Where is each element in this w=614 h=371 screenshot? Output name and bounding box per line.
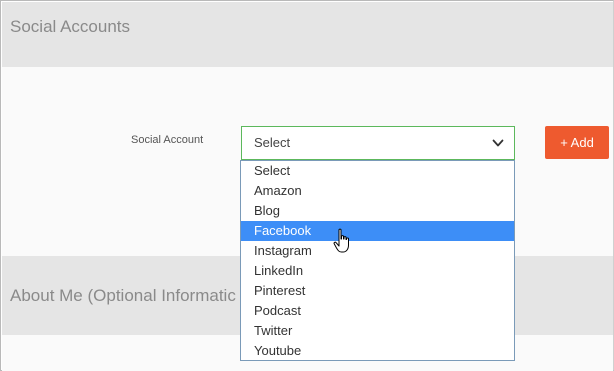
dropdown-option-linkedin[interactable]: LinkedIn xyxy=(241,261,514,281)
dropdown-option-facebook[interactable]: Facebook xyxy=(241,221,514,241)
section-title: Social Accounts xyxy=(10,17,131,36)
dropdown-option-instagram[interactable]: Instagram xyxy=(241,241,514,261)
dropdown-option-youtube[interactable]: Youtube xyxy=(241,341,514,361)
hand-pointer-icon xyxy=(333,228,349,253)
social-account-select[interactable]: Select xyxy=(241,126,515,160)
dropdown-option-amazon[interactable]: Amazon xyxy=(241,181,514,201)
dropdown-option-pinterest[interactable]: Pinterest xyxy=(241,281,514,301)
add-social-account-button[interactable]: + Add xyxy=(545,126,609,159)
chevron-down-icon xyxy=(492,139,504,147)
social-account-dropdown: Select Amazon Blog Facebook Instagram Li… xyxy=(240,160,515,361)
dropdown-option-blog[interactable]: Blog xyxy=(241,201,514,221)
section-title: About Me (Optional Informatic xyxy=(10,286,236,305)
section-header-social-accounts: Social Accounts xyxy=(2,2,613,67)
dropdown-option-podcast[interactable]: Podcast xyxy=(241,301,514,321)
dropdown-option-select[interactable]: Select xyxy=(241,161,514,181)
social-account-label: Social Account xyxy=(131,134,204,146)
dropdown-option-twitter[interactable]: Twitter xyxy=(241,321,514,341)
select-value: Select xyxy=(254,135,291,150)
